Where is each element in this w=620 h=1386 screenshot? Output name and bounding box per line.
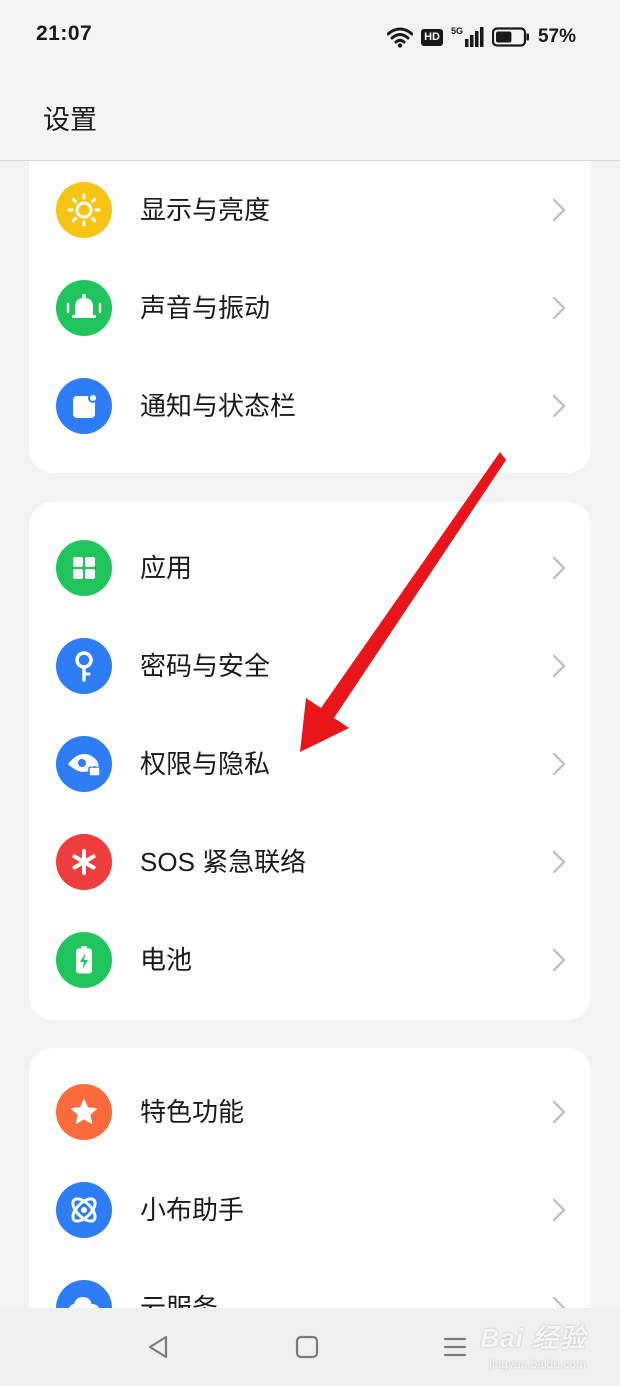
settings-item-label: 云服务 <box>140 1293 219 1308</box>
settings-item-special-features[interactable]: 特色功能 <box>29 1063 591 1161</box>
network-type-label: 5G <box>450 26 463 36</box>
chevron-right-icon <box>552 1100 566 1124</box>
chevron-right-icon <box>552 850 566 874</box>
5g-signal-icon: 5G <box>451 27 484 47</box>
battery-icon <box>491 27 529 47</box>
chevron-right-icon <box>552 394 566 418</box>
page-title: 设置 <box>43 105 97 135</box>
status-bar: 21:07 HD 5G 57% <box>0 0 620 76</box>
watermark-brand: Bai 经验 <box>480 1323 586 1353</box>
settings-item-label: 特色功能 <box>140 1097 245 1127</box>
chevron-right-icon <box>552 654 566 678</box>
privacy-eye-icon <box>56 736 112 792</box>
settings-item-label: 电池 <box>140 945 193 975</box>
settings-item-display-brightness[interactable]: 显示与亮度 <box>29 161 591 259</box>
chevron-right-icon <box>552 556 566 580</box>
apps-grid-icon <box>56 540 112 596</box>
cloud-icon <box>56 1280 112 1308</box>
chevron-right-icon <box>552 296 566 320</box>
watermark-url: jingyan.baidu.com <box>489 1357 586 1371</box>
signal-bars-icon <box>464 27 484 47</box>
settings-item-notifications[interactable]: 通知与状态栏 <box>29 357 591 455</box>
bell-icon <box>56 280 112 336</box>
hd-icon: HD <box>421 28 443 46</box>
chevron-right-icon <box>552 198 566 222</box>
page-header: 设置 <box>0 76 620 161</box>
sun-icon <box>56 182 112 238</box>
settings-item-label: 权限与隐私 <box>140 749 271 779</box>
recents-icon[interactable] <box>440 1332 470 1362</box>
baidu-jingyan-watermark: Bai 经验 jingyan.baidu.com <box>480 1318 586 1371</box>
battery-charging-icon <box>56 932 112 988</box>
home-icon[interactable] <box>292 1332 322 1362</box>
settings-item-label: 通知与状态栏 <box>140 391 297 421</box>
settings-item-password-security[interactable]: 密码与安全 <box>29 617 591 715</box>
settings-item-battery[interactable]: 电池 <box>29 911 591 1009</box>
settings-item-label: 显示与亮度 <box>140 195 271 225</box>
settings-item-sound-vibration[interactable]: 声音与振动 <box>29 259 591 357</box>
settings-group-features: 特色功能 小布助手 云服务 <box>29 1048 591 1308</box>
wifi-icon <box>387 27 414 48</box>
assistant-orbit-icon <box>56 1182 112 1238</box>
settings-group-display: 显示与亮度 声音与振动 通知与状态栏 <box>29 161 591 473</box>
settings-item-label: SOS 紧急联络 <box>140 847 307 877</box>
settings-list[interactable]: 显示与亮度 声音与振动 通知与状态栏 应用 密码与安全 权限与隐私 SOS 紧急… <box>0 161 620 1308</box>
battery-percent: 57% <box>537 26 576 47</box>
status-time: 21:07 <box>36 22 93 45</box>
status-icons: HD 5G 57% <box>379 22 576 52</box>
settings-item-permissions-privacy[interactable]: 权限与隐私 <box>29 715 591 813</box>
settings-item-cloud-service[interactable]: 云服务 <box>29 1259 591 1308</box>
back-icon[interactable] <box>144 1332 174 1362</box>
settings-item-apps[interactable]: 应用 <box>29 519 591 617</box>
notification-icon <box>56 378 112 434</box>
settings-item-sos-emergency[interactable]: SOS 紧急联络 <box>29 813 591 911</box>
settings-item-label: 密码与安全 <box>140 651 271 681</box>
star-icon <box>56 1084 112 1140</box>
settings-item-label: 小布助手 <box>140 1195 245 1225</box>
chevron-right-icon <box>552 1198 566 1222</box>
settings-item-label: 应用 <box>140 553 193 583</box>
chevron-right-icon <box>552 752 566 776</box>
key-icon <box>56 638 112 694</box>
settings-group-apps-security: 应用 密码与安全 权限与隐私 SOS 紧急联络 电池 <box>29 502 591 1020</box>
settings-item-label: 声音与振动 <box>140 293 271 323</box>
chevron-right-icon <box>552 1296 566 1308</box>
chevron-right-icon <box>552 948 566 972</box>
settings-item-breeno-assistant[interactable]: 小布助手 <box>29 1161 591 1259</box>
sos-asterisk-icon <box>56 834 112 890</box>
